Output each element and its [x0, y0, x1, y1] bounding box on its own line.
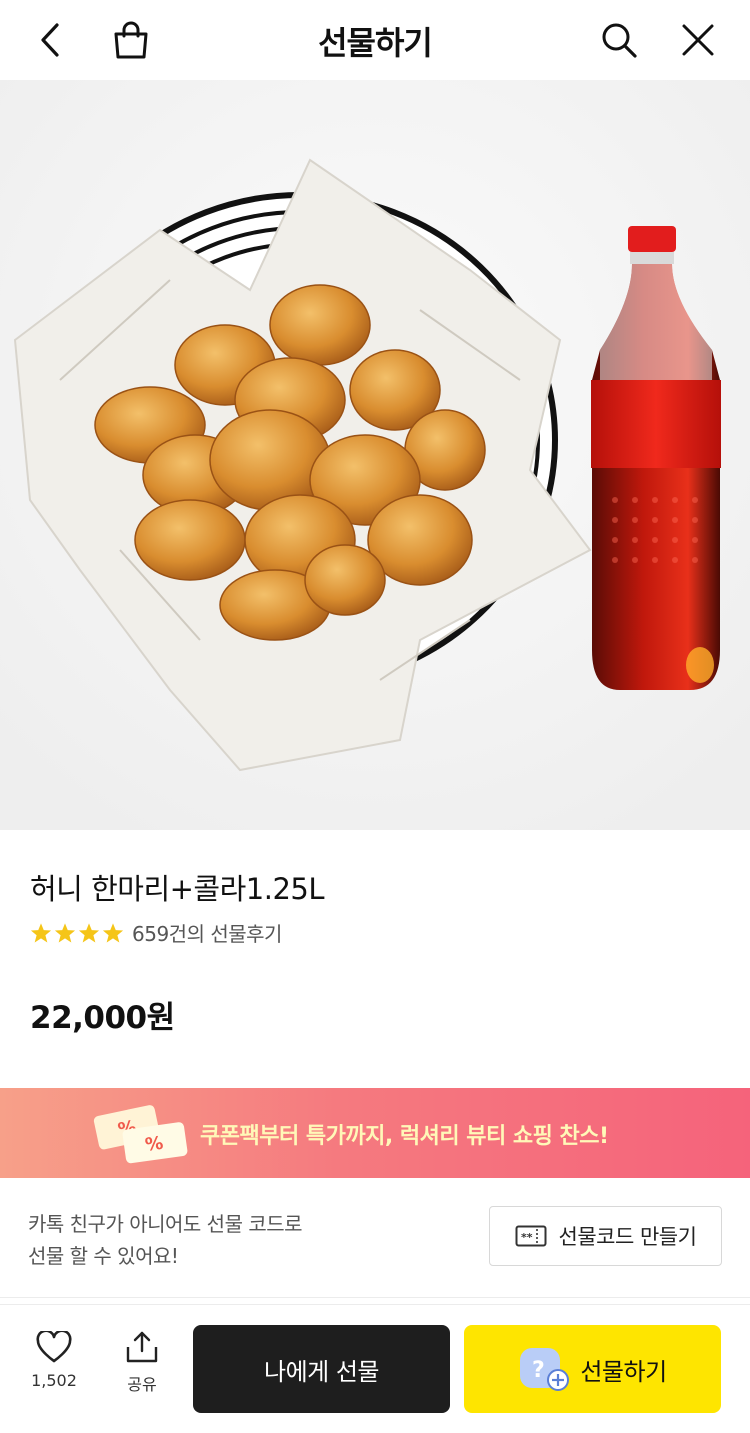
rating-row[interactable]: 659건의 선물후기	[30, 918, 282, 947]
like-button[interactable]: 1,502	[30, 1331, 78, 1390]
friend-question-icon: ?	[520, 1348, 570, 1391]
gift-code-line-2: 선물 할 수 있어요!	[28, 1244, 179, 1268]
close-button[interactable]	[672, 14, 724, 66]
gift-to-myself-label: 나에게 선물	[263, 1357, 380, 1386]
search-icon	[602, 23, 637, 58]
gift-to-myself-button[interactable]: 나에게 선물	[193, 1325, 450, 1413]
svg-text:?: ?	[532, 1358, 544, 1383]
star-icon	[30, 922, 52, 942]
chicken-and-cola-illustration	[0, 80, 750, 830]
gift-code-section: 카톡 친구가 아니어도 선물 코드로 선물 할 수 있어요! ** 선물코드 만…	[0, 1178, 750, 1298]
like-count: 1,502	[31, 1371, 77, 1390]
product-name: 허니 한마리+콜라1.25L	[30, 872, 325, 906]
promo-banner[interactable]: % % 쿠폰팩부터 특가까지, 럭셔리 뷰티 쇼핑 찬스!	[0, 1088, 750, 1178]
coupon-icon: % %	[93, 1105, 188, 1164]
bottom-action-bar: 1,502 공유 나에게 선물 ? 선물하기	[0, 1304, 750, 1433]
product-price: 22,000원	[30, 1000, 175, 1036]
star-icon	[102, 922, 124, 942]
close-icon	[682, 24, 714, 56]
send-gift-label: 선물하기	[580, 1357, 667, 1386]
banner-text: 쿠폰팩부터 특가까지, 럭셔리 뷰티 쇼핑 찬스!	[200, 1124, 609, 1149]
ticket-icon: **	[515, 1225, 547, 1247]
svg-text:%: %	[144, 1133, 165, 1156]
review-count[interactable]: 659건의 선물후기	[132, 918, 282, 947]
create-gift-code-button[interactable]: ** 선물코드 만들기	[489, 1206, 722, 1266]
star-rating	[30, 922, 124, 944]
top-bar: 선물하기	[0, 0, 750, 80]
search-button[interactable]	[593, 14, 645, 66]
gift-code-description: 카톡 친구가 아니어도 선물 코드로 선물 할 수 있어요!	[28, 1208, 303, 1272]
heart-icon	[36, 1331, 72, 1363]
product-image	[0, 80, 750, 830]
star-icon	[54, 922, 76, 942]
product-info: 허니 한마리+콜라1.25L 659건의 선물후기 22,000원	[0, 830, 750, 1088]
create-gift-code-label: 선물코드 만들기	[558, 1225, 697, 1249]
gift-code-line-1: 카톡 친구가 아니어도 선물 코드로	[28, 1212, 303, 1236]
share-button[interactable]: 공유	[120, 1331, 164, 1395]
share-label: 공유	[127, 1375, 157, 1394]
send-gift-button[interactable]: ? 선물하기	[464, 1325, 721, 1413]
share-icon	[126, 1331, 158, 1363]
star-icon	[78, 922, 100, 942]
svg-text:**: **	[521, 1231, 533, 1244]
